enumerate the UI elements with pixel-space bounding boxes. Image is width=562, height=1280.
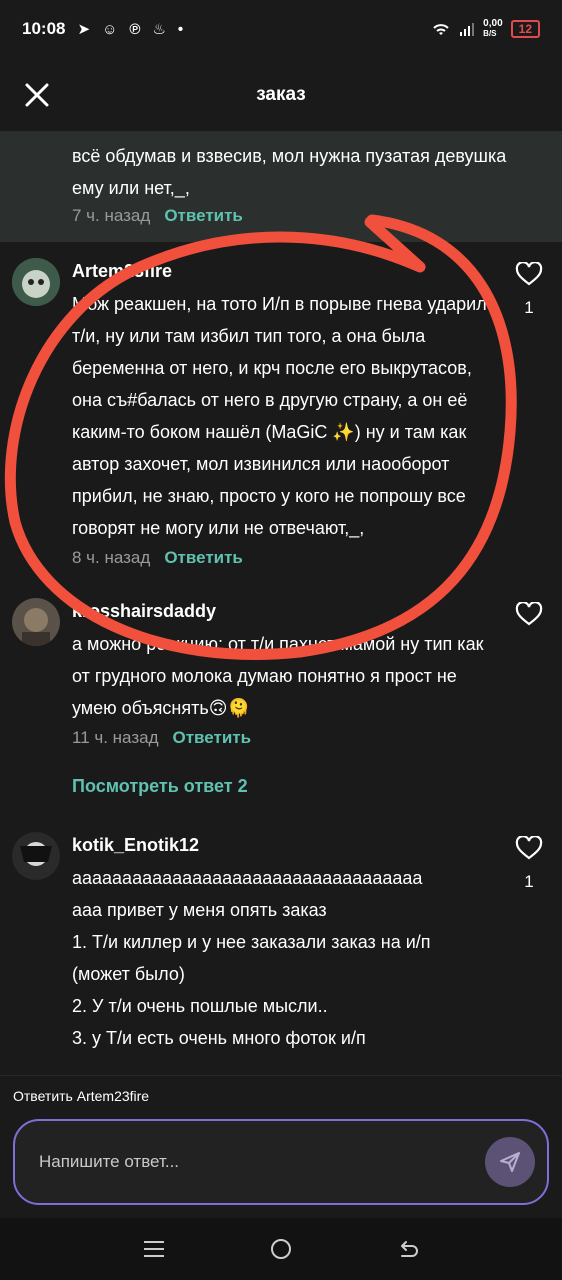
status-time: 10:08 — [22, 19, 66, 38]
close-button[interactable] — [22, 80, 52, 110]
network-speed: 0,00 B/S — [483, 18, 503, 39]
battery-indicator: 12 — [510, 20, 540, 38]
comment-username[interactable]: krosshairsdaddy — [72, 598, 492, 624]
reply-button[interactable]: Ответить — [173, 728, 252, 748]
comment-line: ааааааааааааааааааааааааааааааааааа — [72, 868, 423, 888]
comment-item: krosshairsdaddy а можно реакцию: от т/и … — [0, 598, 562, 748]
avatar[interactable] — [12, 258, 60, 306]
comment-username[interactable]: kotik_Enotik12 — [72, 832, 492, 858]
like-box: 1 — [514, 836, 544, 892]
system-nav-bar — [0, 1218, 562, 1280]
comment-line: 3. у Т/и есть очень много фоток и/п — [72, 1028, 366, 1048]
reply-text: всё обдумав и взвесив, мол нужна пузатая… — [72, 146, 507, 198]
wifi-icon — [433, 24, 449, 35]
reply-time: 7 ч. назад — [72, 206, 151, 225]
send-icon — [500, 1152, 520, 1172]
close-icon — [25, 83, 49, 107]
heart-icon[interactable] — [515, 602, 543, 626]
heart-icon[interactable] — [515, 836, 543, 860]
page-title: заказ — [256, 83, 306, 105]
signal-icon — [460, 23, 475, 36]
like-box: 1 — [514, 262, 544, 318]
back-button[interactable] — [388, 1229, 428, 1269]
reply-to-label: Ответить Artem23fire — [13, 1088, 150, 1104]
avatar[interactable] — [12, 832, 60, 880]
back-icon — [401, 1241, 419, 1257]
reply-composer: Ответить Artem23fire — [0, 1075, 562, 1218]
comment-meta: 11 ч. назад Ответить — [72, 728, 492, 748]
comment-item: Artem23fire Мож реакшен, на тото И/п в п… — [0, 258, 562, 568]
comment-text: а можно реакцию: от т/и пахнет мамой ну … — [72, 634, 484, 718]
notification-icons: ➤ ☺ ℗ ♨ • — [77, 20, 184, 39]
recent-apps-button[interactable] — [134, 1229, 174, 1269]
highlighted-reply: всё обдумав и взвесив, мол нужна пузатая… — [0, 132, 562, 242]
send-button[interactable] — [485, 1137, 535, 1187]
pinterest-icon: ℗ — [129, 20, 141, 38]
reply-input[interactable] — [39, 1152, 485, 1172]
status-bar: 10:08 ➤ ☺ ℗ ♨ • 0,00 B/S 12 — [0, 0, 562, 58]
like-count: 1 — [524, 872, 534, 891]
like-count: 1 — [524, 298, 534, 317]
comments-list[interactable]: всё обдумав и взвесив, мол нужна пузатая… — [0, 132, 562, 1075]
comment-line: 2. У т/и очень пошлые мысли.. — [72, 996, 328, 1016]
comment-text: ааааааааааааааааааааааааааааааааааа ааа … — [72, 862, 492, 1054]
top-bar: заказ — [0, 58, 562, 132]
view-replies-link[interactable]: Посмотреть ответ 2 — [72, 776, 248, 797]
reply-button[interactable]: Ответить — [164, 206, 243, 226]
like-box — [514, 602, 544, 626]
home-button[interactable] — [261, 1229, 301, 1269]
comment-text: Мож реакшен, на тото И/п в порыве гнева … — [72, 294, 487, 538]
reply-button[interactable]: Ответить — [164, 548, 243, 568]
reply-input-wrapper — [13, 1119, 549, 1205]
fire-icon: ♨ — [152, 21, 166, 38]
comment-time: 8 ч. назад — [72, 548, 151, 567]
snapchat-icon: ☺ — [102, 20, 118, 38]
comment-line: ааа привет у меня опять заказ — [72, 900, 327, 920]
system-icons: 0,00 B/S 12 — [431, 19, 540, 39]
telegram-icon: ➤ — [77, 21, 91, 38]
comment-item: kotik_Enotik12 ааааааааааааааааааааааааа… — [0, 832, 562, 1054]
comment-username[interactable]: Artem23fire — [72, 258, 492, 284]
comment-line: (может было) — [72, 964, 185, 984]
avatar-image — [12, 832, 60, 880]
avatar[interactable] — [12, 598, 60, 646]
avatar-image — [12, 258, 60, 306]
comment-meta: 8 ч. назад Ответить — [72, 548, 492, 568]
comment-line: 1. Т/и киллер и у нее заказали заказ на … — [72, 932, 431, 952]
heart-icon[interactable] — [515, 262, 543, 286]
avatar-image — [12, 598, 60, 646]
dot-icon: • — [177, 20, 184, 38]
comment-time: 11 ч. назад — [72, 728, 159, 747]
menu-icon — [143, 1241, 164, 1257]
home-circle-icon — [270, 1239, 291, 1259]
reply-meta: 7 ч. назад Ответить — [72, 206, 542, 226]
